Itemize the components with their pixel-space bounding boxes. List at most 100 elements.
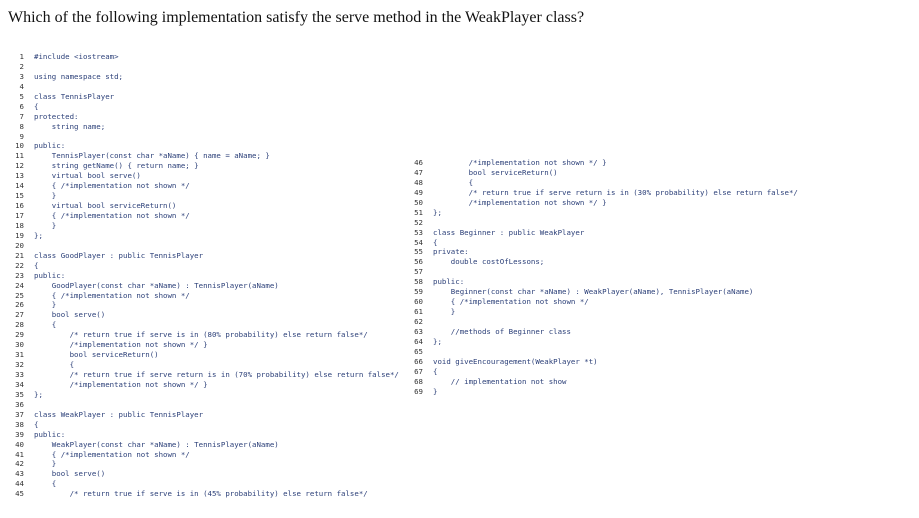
code-text: protected: <box>34 111 79 121</box>
code-line: 8 string name; <box>10 122 399 132</box>
line-number: 15 <box>15 191 24 201</box>
code-text: void giveEncouragement(WeakPlayer *t) <box>433 356 598 366</box>
code-line: 43 bool serve() <box>10 469 399 479</box>
code-line: 28 { <box>10 320 399 330</box>
line-number: 23 <box>15 270 24 280</box>
line-number: 61 <box>414 307 423 317</box>
line-number: 35 <box>15 389 24 399</box>
code-text: virtual bool serviceReturn() <box>34 201 177 211</box>
line-number: 1 <box>19 52 24 61</box>
code-line: 24 GoodPlayer(const char *aName) : Tenni… <box>10 281 399 291</box>
line-number: 58 <box>414 277 423 287</box>
line-number: 34 <box>15 379 24 389</box>
code-text: /* return true if serve is in (80% proba… <box>34 330 368 340</box>
code-line: 68 // implementation not show <box>409 377 798 387</box>
code-line: 37 class WeakPlayer : public TennisPlayer <box>10 410 399 420</box>
code-line: 34 /*implementation not shown */ } <box>10 380 399 390</box>
code-line: 51}; <box>409 208 798 218</box>
line-number: 69 <box>414 386 423 396</box>
code-line: 18 } <box>10 221 399 231</box>
line-number: 57 <box>414 267 423 277</box>
code-text: TennisPlayer(const char *aName) { name =… <box>34 151 270 161</box>
code-text: { /*implementation not shown */ <box>34 449 190 459</box>
code-text: } <box>34 459 57 469</box>
line-number: 17 <box>15 211 24 220</box>
code-line: 2 <box>10 62 399 72</box>
line-number: 2 <box>19 61 24 71</box>
line-number: 25 <box>15 290 24 300</box>
line-number: 7 <box>19 111 24 121</box>
code-text: { <box>34 320 57 330</box>
line-number: 38 <box>15 419 24 429</box>
line-number: 39 <box>15 429 24 439</box>
code-text: /*implementation not shown */ } <box>433 197 607 207</box>
line-number: 56 <box>414 257 423 267</box>
code-line: 64}; <box>409 337 798 347</box>
line-number: 33 <box>15 370 24 379</box>
code-line: 1 #include <iostream> <box>10 52 399 62</box>
code-line: 29 /* return true if serve is in (80% pr… <box>10 330 399 340</box>
line-number: 5 <box>19 91 24 101</box>
line-number: 29 <box>15 330 24 340</box>
code-text: { <box>433 237 438 247</box>
code-line: 25 { /*implementation not shown */ <box>10 291 399 301</box>
code-line: 15 } <box>10 191 399 201</box>
code-line: 38 { <box>10 420 399 430</box>
code-text: /*implementation not shown */ } <box>34 340 208 350</box>
line-number: 44 <box>15 479 24 489</box>
line-number: 53 <box>414 227 423 237</box>
line-number: 46 <box>414 158 423 167</box>
code-line: 17 { /*implementation not shown */ <box>10 211 399 221</box>
line-number: 51 <box>414 207 423 217</box>
line-number: 49 <box>414 187 423 197</box>
code-line: 31 bool serviceReturn() <box>10 350 399 360</box>
code-text: /*implementation not shown */ } <box>34 379 208 389</box>
code-line: 69} <box>409 387 798 397</box>
code-text: virtual bool serve() <box>34 171 141 181</box>
code-text: public: <box>34 429 66 439</box>
line-number: 59 <box>414 287 423 297</box>
line-number: 10 <box>15 141 24 151</box>
code-text: public: <box>433 277 465 287</box>
code-block-left: 1 #include <iostream> 2 3 using namespace st… <box>10 52 399 499</box>
code-text: /* return true if serve return is in (30… <box>433 187 798 197</box>
line-number: 8 <box>19 121 24 131</box>
code-line: 16 virtual bool serviceReturn() <box>10 201 399 211</box>
code-text: private: <box>433 247 469 257</box>
code-text: Beginner(const char *aName) : WeakPlayer… <box>433 287 754 297</box>
line-number: 55 <box>414 247 423 257</box>
line-number: 54 <box>414 237 423 247</box>
code-text: } <box>34 300 57 310</box>
code-line: 55 private: <box>409 247 798 257</box>
line-number: 40 <box>15 439 24 449</box>
line-number: 41 <box>15 449 24 459</box>
code-line: 41 { /*implementation not shown */ <box>10 450 399 460</box>
code-text: }; <box>433 207 442 217</box>
line-number: 64 <box>414 336 423 346</box>
line-number: 18 <box>15 220 24 230</box>
code-text: }; <box>34 230 43 240</box>
code-line: 21 class GoodPlayer : public TennisPlayer <box>10 251 399 261</box>
code-text: { <box>34 419 39 429</box>
line-number: 19 <box>15 230 24 240</box>
line-number: 22 <box>15 260 24 270</box>
code-line: 35}; <box>10 390 399 400</box>
code-line: 46 /*implementation not shown */ } <box>409 158 798 168</box>
code-line: 26 } <box>10 300 399 310</box>
code-line: 59 Beginner(const char *aName) : WeakPla… <box>409 287 798 297</box>
code-line: 23 public: <box>10 271 399 281</box>
code-text: /* return true if serve is in (45% proba… <box>34 489 368 499</box>
line-number: 60 <box>414 297 423 307</box>
code-line: 48 { <box>409 178 798 188</box>
code-text: /* return true if serve return is in (70… <box>34 370 399 379</box>
code-line: 44 { <box>10 479 399 489</box>
code-line: 49 /* return true if serve return is in … <box>409 188 798 198</box>
line-number: 32 <box>15 360 24 370</box>
code-line: 22 { <box>10 261 399 271</box>
code-line: 53 class Beginner : public WeakPlayer <box>409 228 798 238</box>
line-number: 48 <box>414 177 423 187</box>
code-text: }; <box>34 389 43 399</box>
code-line: 65 <box>409 347 798 357</box>
line-number: 47 <box>414 167 423 177</box>
code-text: }; <box>433 336 442 346</box>
